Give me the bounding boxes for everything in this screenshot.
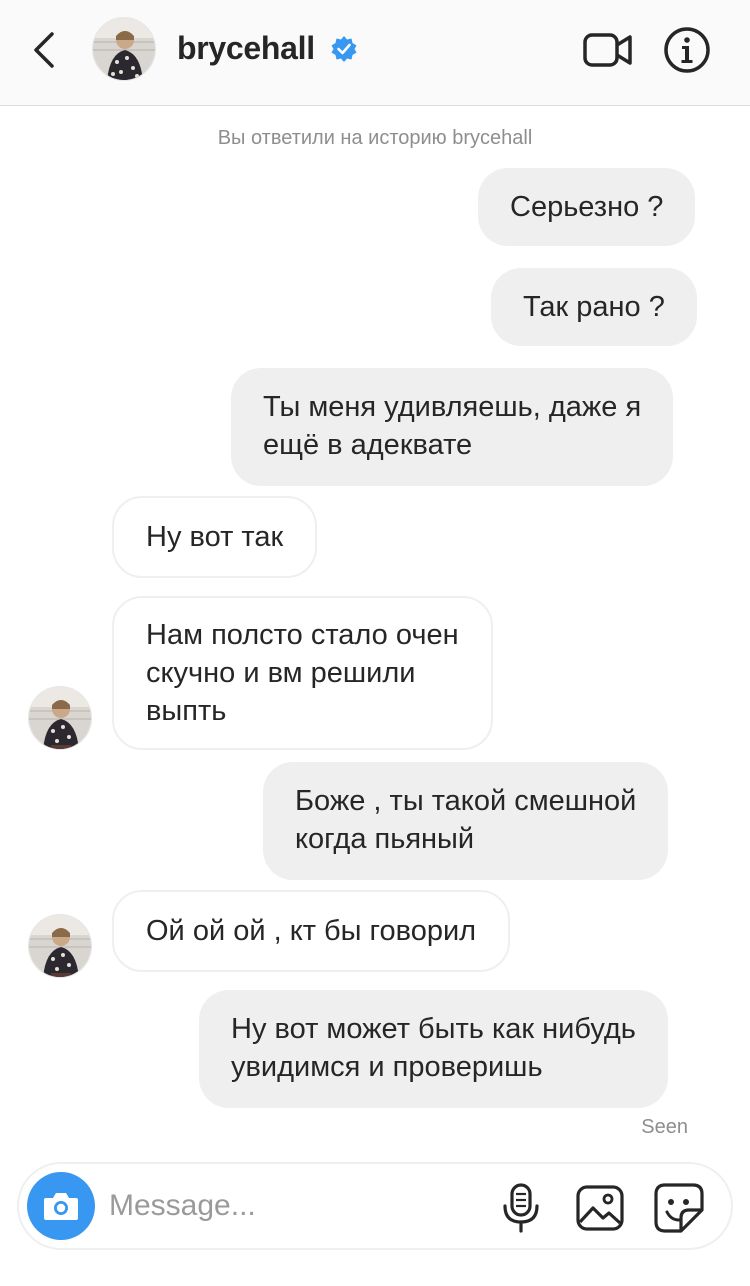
video-call-button[interactable] (582, 28, 634, 72)
message-text: Так рано ? (523, 291, 665, 323)
conversation-info-button[interactable] (662, 25, 712, 75)
camera-button[interactable] (27, 1172, 95, 1240)
message-composer (17, 1162, 733, 1250)
verified-badge-icon (331, 36, 357, 62)
message-bubble-outgoing[interactable]: Так рано ? (491, 268, 697, 346)
chat-header: brycehall (0, 0, 750, 106)
sticker-button[interactable] (653, 1182, 705, 1234)
message-text: Ну вот так (146, 521, 284, 553)
seen-receipt: Seen (641, 1116, 688, 1138)
message-text-line: увидимся и проверишь (231, 1051, 543, 1083)
story-reply-note: Вы ответили на историю brycehall (217, 127, 533, 149)
profile-photo (93, 18, 155, 80)
back-button[interactable] (22, 28, 66, 72)
gallery-icon (576, 1185, 624, 1231)
sender-avatar[interactable] (28, 686, 92, 750)
message-bubble-outgoing[interactable]: Ну вот может быть как нибудь увидимся и … (199, 990, 668, 1108)
voice-message-button[interactable] (499, 1182, 543, 1234)
sender-avatar[interactable] (28, 914, 92, 978)
message-bubble-outgoing[interactable]: Ты меня удивляешь, даже я ещё в адеквате (231, 368, 674, 486)
message-input[interactable] (109, 1182, 489, 1230)
chat-username[interactable]: brycehall (177, 30, 315, 67)
message-bubble-outgoing[interactable]: Серьезно ? (478, 168, 696, 246)
message-bubble-incoming[interactable]: Ой ой ой , кт бы говорил (112, 890, 511, 972)
message-text-line: выпть (146, 695, 227, 727)
info-icon (664, 27, 710, 73)
video-camera-icon (583, 33, 632, 67)
message-bubble-incoming[interactable]: Ну вот так (112, 496, 318, 578)
profile-photo (29, 687, 91, 749)
message-text: Серьезно ? (510, 191, 664, 223)
header-avatar[interactable] (92, 17, 156, 81)
profile-photo (29, 915, 91, 977)
message-bubble-outgoing[interactable]: Боже , ты такой смешной когда пьяный (263, 762, 669, 880)
chevron-left-icon (34, 32, 54, 68)
message-text-line: скучно и вм решили (146, 657, 416, 689)
gallery-button[interactable] (575, 1184, 625, 1232)
message-bubble-incoming[interactable]: Нам полсто стало очен скучно и вм решили… (112, 596, 493, 750)
message-text-line: Боже , ты такой смешной (295, 785, 637, 817)
message-text-line: ещё в адеквате (263, 429, 473, 461)
camera-icon (44, 1193, 78, 1220)
message-text-line: Ты меня удивляешь, даже я (263, 391, 642, 423)
message-text: Ой ой ой , кт бы говорил (146, 915, 477, 947)
message-text-line: когда пьяный (295, 823, 475, 855)
sticker-icon (654, 1183, 704, 1233)
message-text-line: Нам полсто стало очен (146, 619, 459, 651)
microphone-icon (503, 1183, 539, 1233)
message-text-line: Ну вот может быть как нибудь (231, 1013, 636, 1045)
